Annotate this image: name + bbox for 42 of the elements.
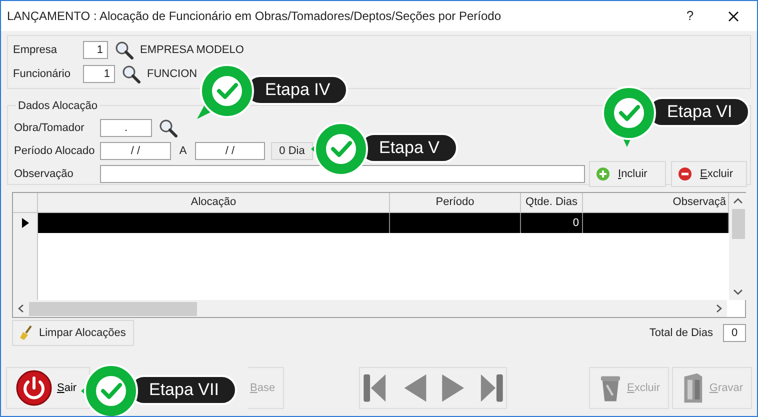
window-title: LANÇAMENTO : Alocação de Funcionário em Obras/Tomadores/Deptos/Seções por Período [7,8,502,25]
obra-field[interactable]: . [100,119,152,137]
field-label: Obra/Tomador [14,120,86,136]
company-name: FUNCION [147,66,198,82]
column-header[interactable]: Período [390,193,521,212]
row-pointer-icon [22,218,28,228]
check-pin-icon [599,85,657,149]
search-icon[interactable] [114,40,134,60]
date-field[interactable]: / / [195,142,265,160]
close-icon[interactable] [728,10,739,22]
add-button[interactable]: Incluir [589,161,666,187]
help-button[interactable]: ? [670,6,710,26]
search-icon[interactable] [158,118,178,138]
delete-button[interactable]: Excluir [671,161,747,187]
column-header[interactable]: Alocação [38,193,390,212]
search-icon[interactable] [121,64,141,84]
check-pin-icon [81,363,139,416]
days-count: 0 Dia [271,142,313,160]
company-name: EMPRESA MODELO [140,42,244,58]
group-title: Dados Alocação [16,98,100,114]
code-field[interactable]: 1 [83,41,108,59]
field-label: Período Alocado [14,144,96,159]
broom-icon [19,325,33,341]
code-field[interactable]: 1 [83,65,115,83]
field-label: Observação [14,166,74,182]
clear-button[interactable]: Limpar Alocações [12,320,134,346]
scroll-thumb[interactable] [732,209,744,239]
table-row[interactable]: 0 [13,213,729,233]
total-field[interactable]: 0 [723,324,746,342]
power-icon [15,369,53,407]
plus-icon [596,167,610,181]
check-pin-icon [197,63,255,121]
field-label: Empresa [13,42,58,58]
total-label: Total de Dias [649,326,713,341]
column-header[interactable]: Qtde. Dias [521,193,583,212]
scroll-thumb[interactable] [29,302,197,316]
range-separator: A [178,144,188,159]
table-cell: 0 [521,213,583,233]
observation-field[interactable] [100,165,585,183]
minus-icon [678,167,692,181]
date-field[interactable]: / / [100,142,171,160]
field-label: Funcionário [13,66,72,82]
